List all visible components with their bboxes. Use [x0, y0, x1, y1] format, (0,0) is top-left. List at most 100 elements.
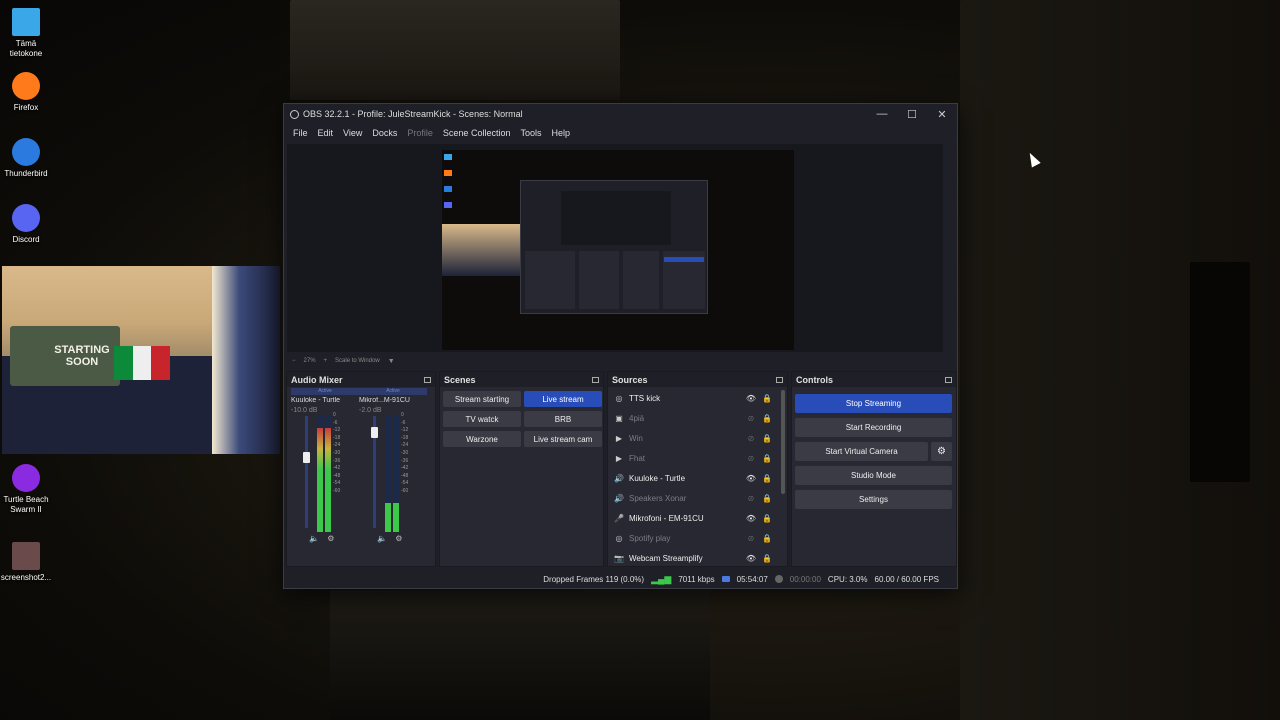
source-item[interactable]: 🎤 Mikrofoni - EM-91CU 👁 🔒: [608, 508, 779, 528]
desktop-turtle-beach[interactable]: Turtle Beach Swarm II: [0, 464, 52, 515]
lock-icon[interactable]: 🔒: [759, 514, 775, 523]
volume-slider-handle[interactable]: [371, 427, 378, 439]
meter-tick-label: -6: [401, 419, 406, 426]
lock-icon[interactable]: 🔒: [759, 554, 775, 563]
undock-icon[interactable]: [776, 376, 783, 383]
minimize-button[interactable]: —: [867, 108, 897, 121]
scene-tv-watck[interactable]: TV watck: [443, 411, 521, 427]
lock-icon[interactable]: 🔒: [759, 434, 775, 443]
menu-tools[interactable]: Tools: [515, 128, 546, 138]
menu-file[interactable]: File: [288, 128, 313, 138]
source-name: Speakers Xonar: [629, 493, 687, 503]
chevron-down-icon[interactable]: ▼: [388, 358, 395, 365]
eye-icon[interactable]: 👁: [743, 474, 759, 483]
scene-brb[interactable]: BRB: [524, 411, 602, 427]
start-recording-button[interactable]: Start Recording: [795, 418, 952, 437]
stop-streaming-button[interactable]: Stop Streaming: [795, 394, 952, 413]
source-item[interactable]: ◎ TTS kick 👁 🔒: [608, 388, 779, 408]
maximize-button[interactable]: ☐: [897, 108, 927, 121]
meter-tick-label: -48: [401, 472, 409, 479]
stream-time: 05:54:07: [736, 574, 768, 584]
meter-tick-label: -30: [333, 449, 341, 456]
background-canal: [330, 590, 710, 720]
menu-scene-collection[interactable]: Scene Collection: [438, 128, 516, 138]
desktop-thunderbird[interactable]: Thunderbird: [0, 138, 52, 179]
meter-tick-label: -30: [401, 449, 409, 456]
channel-name[interactable]: Mikrof...M-91CU: [359, 397, 427, 404]
audio-mixer-title: Audio Mixer: [291, 374, 343, 385]
speaker-icon[interactable]: 🔈: [309, 534, 319, 543]
source-item[interactable]: 🔊 Kuuloke - Turtle 👁 🔒: [608, 468, 779, 488]
scene-stream-starting[interactable]: Stream starting: [443, 391, 521, 407]
eye-icon[interactable]: 👁: [743, 514, 759, 523]
scale-mode-select[interactable]: Scale to Window: [335, 358, 380, 364]
source-item[interactable]: ◎ Spotify play ⊘ 🔒: [608, 528, 779, 548]
speaker-icon[interactable]: 🔈: [377, 534, 387, 543]
undock-icon[interactable]: [424, 376, 431, 383]
eye-hidden-icon[interactable]: ⊘: [743, 434, 759, 443]
zoom-in-button[interactable]: +: [324, 358, 328, 364]
undock-icon[interactable]: [592, 376, 599, 383]
menu-docks[interactable]: Docks: [367, 128, 402, 138]
scene-warzone[interactable]: Warzone: [443, 431, 521, 447]
source-name: TTS kick: [629, 393, 661, 403]
meter-tick-label: -12: [401, 427, 409, 434]
meter-tick-label: -36: [401, 457, 409, 464]
eye-icon[interactable]: 👁: [743, 394, 759, 403]
desktop-computer[interactable]: Tämä tietokone: [0, 8, 52, 59]
source-name: Fhat: [629, 453, 646, 463]
scenes-dock: Scenes Stream starting Live stream TV watc…: [439, 371, 604, 567]
desktop-icon-label: Thunderbird: [4, 169, 48, 178]
lock-icon[interactable]: 🔒: [759, 394, 775, 403]
lock-icon[interactable]: 🔒: [759, 534, 775, 543]
menu-help[interactable]: Help: [546, 128, 575, 138]
menu-profile[interactable]: Profile: [402, 128, 438, 138]
desktop-firefox[interactable]: Firefox: [0, 72, 52, 113]
menu-view[interactable]: View: [338, 128, 367, 138]
lock-icon[interactable]: 🔒: [759, 494, 775, 503]
volume-slider[interactable]: [303, 416, 310, 528]
desktop-discord[interactable]: Discord: [0, 204, 52, 245]
level-meter: [393, 416, 399, 532]
source-item[interactable]: ▶ Win ⊘ 🔒: [608, 428, 779, 448]
menu-edit[interactable]: Edit: [313, 128, 339, 138]
lock-icon[interactable]: 🔒: [759, 414, 775, 423]
close-button[interactable]: ✕: [927, 108, 957, 121]
undock-icon[interactable]: [945, 376, 952, 383]
studio-mode-button[interactable]: Studio Mode: [795, 466, 952, 485]
eye-hidden-icon[interactable]: ⊘: [743, 494, 759, 503]
scene-live-stream[interactable]: Live stream: [524, 391, 602, 407]
eye-hidden-icon[interactable]: ⊘: [743, 414, 759, 423]
settings-button[interactable]: Settings: [795, 490, 952, 509]
volume-slider[interactable]: [371, 416, 378, 528]
desktop-screenshot-file[interactable]: screenshot2...: [0, 542, 52, 583]
gear-icon[interactable]: ⚙: [931, 442, 952, 461]
meter-tick-label: -36: [333, 457, 341, 464]
source-item[interactable]: ▣ 4piä ⊘ 🔒: [608, 408, 779, 428]
channel-status: Active: [291, 388, 359, 395]
meter-tick-label: -60: [333, 487, 341, 494]
channel-settings-icon[interactable]: ⚙: [395, 534, 402, 543]
bitrate: 7011 kbps: [678, 574, 715, 584]
meter-tick-label: -60: [401, 487, 409, 494]
channel-name[interactable]: Kuuloke - Turtle: [291, 397, 359, 404]
program-preview[interactable]: [287, 144, 943, 352]
eye-hidden-icon[interactable]: ⊘: [743, 454, 759, 463]
channel-db: -10.0 dB: [291, 407, 318, 414]
scene-live-stream-cam[interactable]: Live stream cam: [524, 431, 602, 447]
eye-hidden-icon[interactable]: ⊘: [743, 534, 759, 543]
source-type-icon: ▣: [615, 413, 623, 423]
sources-scrollbar[interactable]: [781, 390, 785, 494]
source-item[interactable]: 🔊 Speakers Xonar ⊘ 🔒: [608, 488, 779, 508]
zoom-out-button[interactable]: −: [292, 358, 296, 364]
source-type-icon: ▶: [615, 433, 623, 443]
lock-icon[interactable]: 🔒: [759, 454, 775, 463]
volume-slider-handle[interactable]: [303, 451, 310, 463]
source-item[interactable]: ▶ Fhat ⊘ 🔒: [608, 448, 779, 468]
eye-icon[interactable]: 👁: [743, 554, 759, 563]
source-item[interactable]: 📷 Webcam Streamplify 👁 🔒: [608, 548, 779, 568]
start-virtual-camera-button[interactable]: Start Virtual Camera: [795, 442, 928, 461]
lock-icon[interactable]: 🔒: [759, 474, 775, 483]
channel-settings-icon[interactable]: ⚙: [327, 534, 334, 543]
desktop-icon-label: Tämä tietokone: [9, 39, 43, 58]
